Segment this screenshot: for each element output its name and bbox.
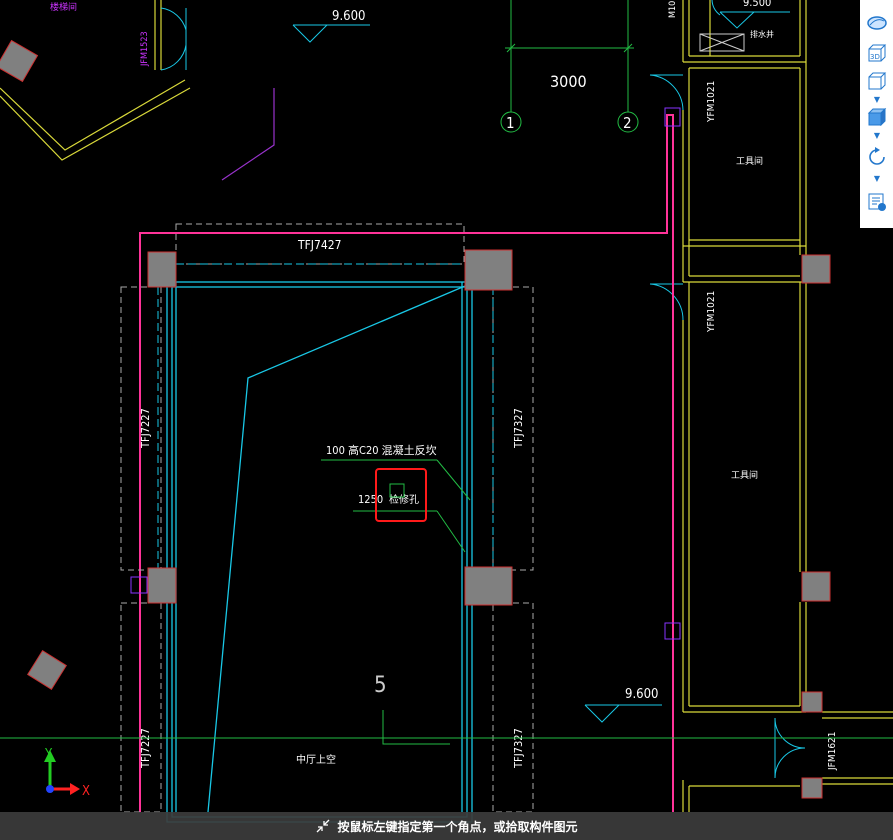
pink-pipe	[139, 114, 674, 812]
column-angled[interactable]	[0, 39, 39, 83]
beam-label-left-upper: TFJ7227	[139, 408, 152, 449]
beam-label-left-lower: TFJ7227	[139, 728, 152, 769]
chevron-down-icon: ▼	[873, 94, 881, 104]
layer-settings-button[interactable]	[864, 191, 889, 213]
ucs-x-label: X	[82, 784, 90, 799]
rotate-button[interactable]	[864, 146, 889, 168]
beam-dashed-outlines	[120, 223, 534, 813]
room-number: 5	[374, 673, 387, 698]
door-label-jfm1523: JFM1523	[140, 31, 150, 67]
elevation-text-top: 9.600	[332, 9, 365, 24]
door-label-yfm1021-middle: YFM1021	[706, 291, 717, 333]
elevation-marker-right	[719, 11, 790, 29]
elevation-marker-bottom	[584, 704, 662, 723]
3d-view-button[interactable]: 3D	[864, 42, 889, 64]
grid-label-1: 1	[506, 114, 515, 132]
dimension-text: 3000	[550, 72, 587, 91]
column[interactable]	[27, 650, 67, 690]
drain-well-symbol	[699, 33, 745, 52]
rotate-dropdown[interactable]: ▼	[872, 173, 882, 183]
door-label-m10: M10	[668, 1, 678, 18]
chevron-down-icon: ▼	[873, 130, 881, 140]
elevation-marker-top	[292, 24, 370, 43]
orbit-icon	[866, 16, 887, 30]
box-view-dropdown[interactable]: ▼	[872, 94, 882, 104]
column[interactable]	[464, 249, 513, 291]
status-bar: 按鼠标左键指定第一个角点，或拾取构件图元	[0, 812, 893, 840]
chevron-down-icon: ▼	[873, 173, 881, 183]
rotate-icon	[868, 147, 885, 165]
annotation-line1: 100 高C20 混凝土反坎	[326, 443, 437, 457]
beam-label-top: TFJ7427	[297, 238, 341, 252]
corner-select-icon	[315, 819, 331, 833]
view-toolbar: 3D ▼ ▼ ▼	[860, 0, 893, 228]
layer-settings-icon	[868, 193, 886, 211]
cad-drawing-canvas[interactable]: 楼梯间 JFM1523 9.600 9.600 9.500 3000 1 2 Y…	[0, 0, 893, 840]
column[interactable]	[147, 567, 177, 604]
purple-pipe	[221, 88, 275, 181]
room-label-tool-1: 工具间	[736, 155, 763, 167]
shaded-view-button[interactable]	[864, 106, 889, 128]
elevation-text-bottom: 9.600	[625, 687, 658, 702]
top-left-label: 楼梯间	[50, 1, 77, 13]
column[interactable]	[147, 251, 177, 288]
door-label-jfm1621: JFM1621	[827, 732, 838, 771]
door-swing-top-left	[160, 7, 187, 71]
beam-label-right-upper: TFJ7327	[512, 408, 525, 449]
column[interactable]	[464, 566, 513, 606]
well-label: 排水井	[750, 29, 774, 39]
status-message: 按鼠标左键指定第一个角点，或拾取构件图元	[337, 819, 578, 834]
column[interactable]	[801, 254, 831, 284]
door-label-yfm1021-upper: YFM1021	[706, 81, 717, 123]
elevation-text-right: 9.500	[743, 0, 771, 9]
orbit-button[interactable]	[864, 12, 889, 34]
box-icon	[868, 72, 886, 90]
shaded-cube-icon	[867, 108, 886, 126]
purple-markers	[130, 107, 681, 640]
room-number-leader	[382, 710, 450, 745]
annotation-num: 1250	[358, 493, 383, 506]
room-label-hall: 中厅上空	[296, 753, 336, 766]
ucs-y-label: Y	[44, 747, 53, 762]
box-view-button[interactable]	[864, 70, 889, 92]
grid-dimension	[505, 0, 634, 112]
annotation-leaders	[321, 459, 471, 553]
angled-wall-group	[0, 0, 191, 161]
beam-label-right-lower: TFJ7327	[512, 728, 525, 769]
shaded-view-dropdown[interactable]: ▼	[872, 130, 882, 140]
column[interactable]	[801, 777, 823, 799]
opening-frame	[166, 281, 473, 823]
column[interactable]	[801, 691, 823, 713]
column[interactable]	[801, 571, 831, 602]
3d-cube-icon: 3D	[868, 44, 886, 62]
room-label-tool-2: 工具间	[731, 469, 758, 481]
svg-text:3D: 3D	[870, 53, 880, 61]
grid-label-2: 2	[623, 114, 632, 132]
